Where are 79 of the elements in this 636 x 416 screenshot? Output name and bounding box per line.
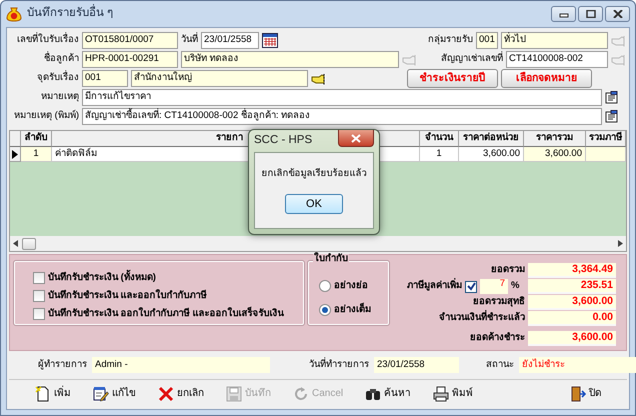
customer-code-field[interactable]: HPR-0001-00291 (82, 51, 178, 68)
income-group-code-field[interactable]: 001 (476, 32, 498, 49)
minimize-button[interactable] (551, 6, 576, 22)
dialog-title: SCC - HPS (254, 134, 312, 148)
total-label: ยอดรวม (491, 265, 525, 276)
total-value: 3,600.00 (528, 331, 616, 346)
exit-door-icon (570, 386, 586, 402)
undo-icon (293, 386, 309, 402)
calendar-icon[interactable] (262, 33, 278, 48)
checkbox[interactable] (33, 272, 45, 284)
scrollbar-thumb[interactable] (22, 238, 36, 250)
checkbox-label: บันทึกรับชำระเงิน ออกใบกำกับภาษี และออกใบเสร็จรับเงิน (48, 308, 284, 320)
field-label: หมายเหตุ (40, 92, 79, 103)
table-cell: 3,600.00 (524, 147, 586, 162)
receive-point-name-field[interactable]: สำนักงานใหญ่ (131, 70, 308, 87)
percent-sign: % (511, 281, 520, 292)
horizontal-scrollbar[interactable] (10, 236, 626, 251)
customer-name-field[interactable]: บริษัท ทดลอง (181, 51, 399, 68)
income-group-name-field[interactable]: ทั่วไป (501, 32, 608, 49)
save-icon (226, 386, 242, 402)
total-value: 235.51 (528, 279, 616, 294)
new-document-icon (35, 386, 51, 402)
close-button[interactable] (338, 130, 374, 147)
x-icon (158, 386, 174, 402)
info-label: สถานะ (485, 360, 515, 370)
radio-button[interactable] (319, 280, 331, 292)
action-button[interactable]: ชำระเงินรายปี (407, 69, 498, 88)
checkbox-label: บันทึกรับชำระเงิน และออกใบกำกับภาษี (48, 290, 207, 302)
receipt-number-field[interactable]: OT015801/0007 (82, 32, 178, 49)
action-button[interactable]: เลือกจดหมาย (501, 69, 592, 88)
scroll-right-icon[interactable] (618, 240, 623, 247)
toolbar-button[interactable]: แก้ไข (85, 384, 144, 404)
table-cell: 1 (420, 147, 459, 162)
printer-icon (433, 386, 450, 402)
ok-button[interactable]: OK (285, 194, 343, 214)
field-label: กลุ่มรายรับ (428, 35, 473, 46)
notepad-icon[interactable] (605, 91, 618, 104)
pointing-hand-icon[interactable] (311, 72, 325, 84)
total-label: ยอดค้างชำระ (470, 333, 525, 344)
vat-checkbox[interactable] (465, 280, 477, 292)
toolbar-button[interactable]: ปิด (562, 384, 609, 404)
toolbar-button[interactable]: พิมพ์ (425, 384, 482, 404)
radio-button[interactable] (319, 304, 331, 316)
radio-label: อย่างเต็ม (334, 304, 371, 316)
total-label: ยอดรวมสุทธิ (473, 297, 525, 308)
notepad-icon[interactable] (605, 110, 618, 123)
toolbar-button[interactable]: เพิ่ม (27, 384, 79, 404)
print-note-field[interactable]: สัญญาเช่าซื้อเลขที่: CT14100008-002 ชื่อลูกค้า: ทดลอง (82, 108, 602, 125)
maximize-button[interactable] (578, 6, 603, 22)
maximize-icon (586, 10, 596, 18)
scroll-left-icon[interactable] (13, 240, 18, 247)
toolbar-button[interactable]: ค้นหา (357, 384, 420, 404)
total-value: 0.00 (528, 311, 616, 326)
close-button[interactable] (605, 6, 630, 22)
app-logo-icon (6, 6, 22, 22)
receive-point-code-field[interactable]: 001 (82, 70, 128, 87)
info-value: Admin - (92, 357, 270, 373)
close-icon (351, 134, 361, 142)
total-value: 3,364.49 (528, 263, 616, 278)
close-icon (612, 10, 622, 18)
contract-number-field[interactable]: CT14100008-002 (506, 51, 608, 68)
checkbox[interactable] (33, 290, 45, 302)
vat-rate-field[interactable]: 7 (480, 279, 508, 294)
total-value: 3,600.00 (528, 295, 616, 310)
notepad-pencil-icon (93, 386, 109, 402)
field-label: หมายเหตุ (พิมพ์) (13, 111, 79, 122)
date-field[interactable]: 23/01/2558 (201, 32, 259, 49)
info-value: 23/01/2558 (374, 357, 459, 373)
radio-label: อย่างย่อ (334, 280, 368, 292)
info-label: วันที่ทำรายการ (308, 360, 370, 370)
group-title: ใบกำกับ (313, 254, 349, 265)
info-value: ยังไม่ชำระ (519, 357, 636, 373)
dialog-message: ยกเลิกข้อมูลเรียบร้อยแล้ว (262, 169, 366, 180)
info-label: ผู้ทำรายการ (37, 360, 88, 370)
toolbar-button[interactable]: ยกเลิก (150, 384, 212, 404)
table-cell: 1 (21, 147, 52, 162)
note-field[interactable]: มีการแก้ไขราคา (82, 89, 602, 106)
checkbox[interactable] (33, 308, 45, 320)
table-cell (586, 147, 626, 162)
